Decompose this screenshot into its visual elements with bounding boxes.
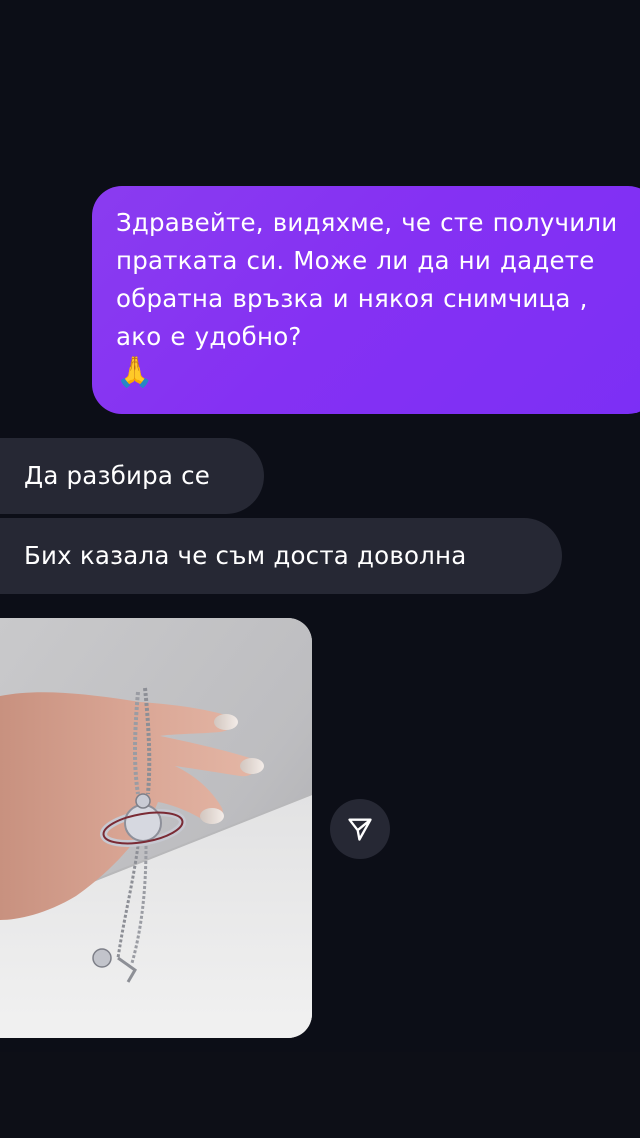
incoming-message-text: Да разбира се — [24, 461, 211, 490]
bottom-area — [0, 1052, 640, 1138]
necklace-photo — [0, 618, 312, 1038]
outgoing-message-bubble[interactable]: Здравейте, видяхме, че сте получили прат… — [92, 186, 640, 414]
chat-thread: Здравейте, видяхме, че сте получили прат… — [0, 0, 640, 1138]
outgoing-message-text: Здравейте, видяхме, че сте получили прат… — [116, 208, 618, 351]
incoming-message-bubble[interactable]: Да разбира се — [0, 438, 264, 514]
photo-attachment[interactable] — [0, 618, 312, 1038]
incoming-message-text: Бих казала че съм доста доволна — [24, 541, 467, 570]
share-button[interactable] — [330, 799, 390, 859]
folded-hands-emoji: 🙏 — [116, 355, 154, 390]
send-icon — [348, 818, 372, 841]
incoming-message-bubble[interactable]: Бих казала че съм доста доволна — [0, 518, 562, 594]
